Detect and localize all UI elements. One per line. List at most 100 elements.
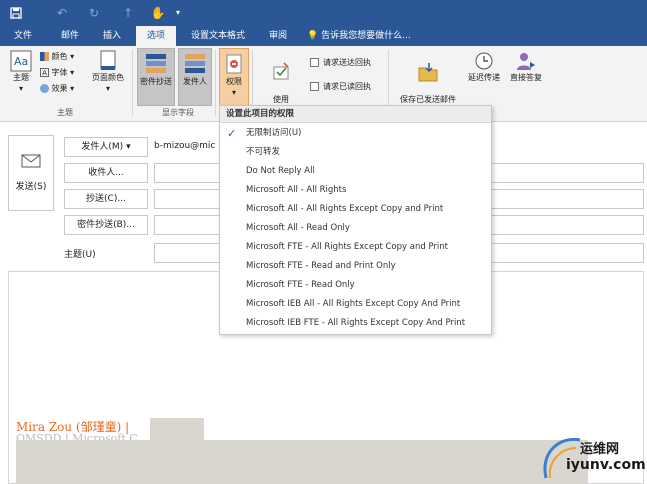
to-button[interactable]: 收件人... (64, 163, 148, 183)
menu-item-label: Microsoft IEB FTE - All Rights Except Co… (246, 318, 466, 328)
page-color-button[interactable]: 页面颜色 ▾ (88, 50, 128, 102)
group-theme-label: 主题 (57, 108, 73, 117)
customize-quick-access-icon[interactable]: ▾ (168, 4, 188, 22)
permission-icon (226, 54, 242, 74)
permission-item-ms-ieb-fte-except-copy-print[interactable]: Microsoft IEB FTE - All Rights Except Co… (220, 314, 491, 333)
save-sent-item-button[interactable]: 保存已发送邮件 到 ▾ (393, 50, 463, 115)
colors-button[interactable]: 颜色 ▾ (40, 50, 74, 64)
effects-icon (40, 84, 49, 93)
redaction-block (16, 440, 588, 484)
send-label: 发送(S) (15, 182, 47, 192)
title-bar: ↶ ↻ ↑ ✋ ▾ (0, 0, 647, 26)
permission-item-ms-fte-except-copy-print[interactable]: Microsoft FTE - All Rights Except Copy a… (220, 238, 491, 257)
permission-button[interactable]: 权限 ▾ (219, 48, 249, 106)
send-envelope-icon (21, 154, 41, 168)
tab-review[interactable]: 审阅 (260, 26, 296, 46)
direct-replies-label: 直接答复 (510, 73, 542, 82)
page-color-label: 页面颜色 (92, 73, 124, 82)
redo-icon[interactable]: ↻ (84, 4, 104, 22)
menu-item-label: 无限制访问(U) (246, 128, 302, 138)
svg-text:Aa: Aa (14, 55, 28, 68)
separator (132, 50, 133, 116)
from-address: b-mizou@mic (154, 141, 216, 151)
effects-button[interactable]: 效果 ▾ (40, 82, 74, 96)
from-button[interactable]: 发件人(M) ▾ (64, 137, 148, 157)
permission-item-ms-all-read-only[interactable]: Microsoft All - Read Only (220, 219, 491, 238)
save-sent-folder-icon (418, 63, 438, 82)
permission-item-ms-all-except-copy-print[interactable]: Microsoft All - All Rights Except Copy a… (220, 200, 491, 219)
cc-button[interactable]: 抄送(C)... (64, 189, 148, 209)
permission-item-ms-fte-read-only[interactable]: Microsoft FTE - Read Only (220, 276, 491, 295)
direct-replies-icon (517, 53, 535, 70)
watermark-cn: 运维网 (580, 442, 620, 457)
permission-item-unrestricted[interactable]: ✓ 无限制访问(U) (220, 124, 491, 143)
effects-label: 效果 (51, 84, 68, 93)
voting-icon (273, 62, 289, 80)
fonts-label: 字体 (51, 68, 68, 77)
bcc-toggle-button[interactable]: 密件抄送 (137, 48, 175, 106)
permission-menu-header: 设置此项目的权限 (220, 106, 491, 123)
menu-item-label: Microsoft IEB All - All Rights Except Co… (246, 299, 461, 309)
fonts-button[interactable]: A 字体 ▾ (40, 66, 74, 80)
bcc-icon (146, 54, 166, 73)
tab-format-text[interactable]: 设置文本格式 (182, 26, 254, 46)
menu-item-label: Microsoft All - All Rights Except Copy a… (246, 204, 444, 214)
tab-file[interactable]: 文件 (6, 26, 40, 46)
save-icon[interactable] (6, 4, 26, 22)
ribbon-tabs: 文件 邮件 插入 选项 设置文本格式 审阅 💡 告诉我您想要做什么... (0, 26, 647, 46)
from-label: 发件人 (183, 77, 207, 86)
theme-button[interactable]: Aa 主题 ▾ (6, 50, 36, 102)
theme-label: 主题 (13, 73, 29, 82)
permission-item-ms-all-rights[interactable]: Microsoft All - All Rights (220, 181, 491, 200)
tell-me-box[interactable]: 💡 告诉我您想要做什么... (307, 26, 411, 46)
watermark-en: iyunv.com (566, 457, 646, 473)
delivery-receipt-label: 请求送达回执 (323, 58, 371, 67)
tab-message[interactable]: 邮件 (52, 26, 88, 46)
separator (215, 50, 216, 116)
from-button-label: 发件人(M) (81, 142, 124, 152)
group-show-fields-label: 显示字段 (162, 108, 194, 117)
fonts-icon: A (40, 68, 49, 77)
redaction-block (150, 418, 204, 440)
checkbox-icon (310, 58, 319, 67)
permission-label: 权限 (226, 77, 242, 86)
menu-item-label: Microsoft All - Read Only (246, 223, 350, 233)
menu-item-label: 不可转发 (246, 147, 281, 157)
theme-icon: Aa (10, 50, 32, 72)
undo-icon[interactable]: ↶ (52, 4, 72, 22)
menu-item-label: Microsoft FTE - All Rights Except Copy a… (246, 242, 449, 252)
colors-label: 颜色 (51, 52, 68, 61)
menu-item-label: Microsoft FTE - Read Only (246, 280, 355, 290)
permission-item-do-not-forward[interactable]: 不可转发 (220, 143, 491, 162)
permission-dropdown: 设置此项目的权限 ✓ 无限制访问(U) 不可转发 Do Not Reply All… (219, 105, 492, 335)
from-field-icon (185, 54, 205, 73)
touch-mode-icon[interactable]: ✋ (148, 4, 168, 22)
lightbulb-icon: 💡 (307, 31, 319, 41)
delay-label: 延迟传递 (468, 73, 500, 82)
bcc-label: 密件抄送 (140, 77, 172, 86)
checkbox-icon (310, 82, 319, 91)
up-arrow-icon[interactable]: ↑ (118, 4, 138, 22)
permission-item-ms-fte-read-print[interactable]: Microsoft FTE - Read and Print Only (220, 257, 491, 276)
permission-item-ms-ieb-all-except-copy-print[interactable]: Microsoft IEB All - All Rights Except Co… (220, 295, 491, 314)
delivery-receipt-checkbox[interactable]: 请求送达回执 (310, 56, 371, 70)
from-toggle-button[interactable]: 发件人 (178, 48, 212, 106)
menu-item-label: Microsoft All - All Rights (246, 185, 347, 195)
colors-icon (40, 52, 49, 61)
permission-item-do-not-reply-all[interactable]: Do Not Reply All (220, 162, 491, 181)
tell-me-text: 告诉我您想要做什么... (321, 31, 411, 41)
tab-insert[interactable]: 插入 (94, 26, 130, 46)
read-receipt-checkbox[interactable]: 请求已读回执 (310, 80, 371, 94)
read-receipt-label: 请求已读回执 (323, 82, 371, 91)
checkmark-icon: ✓ (227, 127, 237, 140)
menu-item-label: Do Not Reply All (246, 166, 315, 176)
direct-replies-button[interactable]: 直接答复 (506, 50, 546, 102)
delay-delivery-button[interactable]: 延迟传递 (464, 50, 504, 102)
send-button[interactable]: 发送(S) (8, 135, 54, 211)
tab-options[interactable]: 选项 (136, 26, 176, 46)
menu-item-label: Microsoft FTE - Read and Print Only (246, 261, 396, 271)
voting-buttons-button[interactable]: 使用 投票按钮 ▾ (256, 50, 306, 115)
bcc-button[interactable]: 密件抄送(B)... (64, 215, 148, 235)
page-color-icon (100, 50, 116, 70)
clock-icon (475, 52, 493, 70)
